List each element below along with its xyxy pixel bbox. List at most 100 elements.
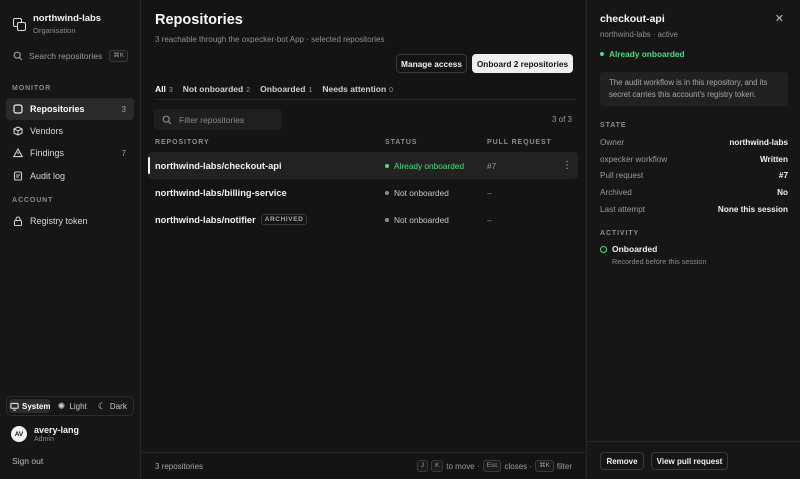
view-pull-request-button[interactable]: View pull request [651, 452, 728, 470]
tab-needs-attention[interactable]: Needs attention 0 [322, 84, 393, 100]
sidebar-item-label: Repositories [30, 104, 85, 114]
sidebar-item-findings[interactable]: Findings 7 [6, 142, 134, 164]
state-key: Last attempt [600, 205, 646, 214]
close-icon[interactable]: ✕ [775, 12, 784, 25]
pull-request-cell: – [487, 187, 492, 198]
org-switcher[interactable]: northwind-labs Organisation [13, 13, 101, 35]
repo-name: northwind-labs/notifier ARCHIVED [155, 214, 308, 225]
user-menu[interactable]: AV avery-lang Admin [11, 425, 79, 443]
sidebar-item-audit-log[interactable]: Audit log [6, 165, 134, 187]
user-role: Admin [34, 436, 54, 443]
keyboard-hints: J K to move · Esc closes · ⌘K filter [416, 460, 572, 472]
panel-subtitle: northwind-labs · active [600, 30, 679, 39]
sidebar-search[interactable]: Search repositories ⌘K [13, 50, 128, 62]
user-name: avery-lang [34, 425, 80, 435]
filter-input[interactable]: Filter repositories [154, 109, 282, 130]
monitor-icon [9, 401, 19, 411]
panel-footer-divider [587, 441, 800, 442]
theme-option-dark[interactable]: ☾ Dark [93, 399, 131, 413]
sidebar-item-label: Findings [30, 148, 65, 158]
panel-title: checkout-api [600, 13, 665, 25]
monitor-label: MONITOR [12, 85, 52, 92]
state-value: #7 [778, 171, 788, 180]
state-value: No [777, 188, 788, 197]
status-dot [385, 190, 389, 195]
tabs-divider [155, 99, 576, 100]
theme-option-label: Dark [109, 401, 127, 411]
status-text: Not onboarded [394, 187, 449, 198]
tab-all[interactable]: All 3 [155, 84, 173, 100]
tab-count: 2 [246, 87, 251, 94]
state-key: Pull request [600, 171, 644, 180]
column-header-status[interactable]: STATUS [385, 139, 417, 146]
tab-label: Onboarded [260, 84, 306, 94]
kbd-cmd-k: ⌘K [535, 460, 554, 472]
activity-title: Onboarded [612, 244, 658, 254]
repo-name-text: northwind-labs/billing-service [155, 187, 287, 198]
page-title: Repositories [155, 12, 243, 28]
tab-label: Not onboarded [182, 84, 244, 94]
sidebar-item-repositories[interactable]: Repositories 3 [6, 98, 134, 120]
state-row-owner: Owner northwind-labs [600, 138, 788, 147]
status-dot [385, 163, 389, 168]
sidebar-item-vendors[interactable]: Vendors [6, 120, 134, 142]
status-dot [385, 217, 389, 222]
state-row-pull-request: Pull request #7 [600, 171, 788, 180]
tab-onboarded[interactable]: Onboarded 1 [260, 84, 312, 100]
remove-button[interactable]: Remove [600, 452, 644, 470]
org-name: northwind-labs [33, 13, 102, 24]
account-label: ACCOUNT [12, 197, 54, 204]
theme-option-system[interactable]: System [9, 399, 51, 413]
hint-filter: filter [556, 461, 572, 471]
onboard-button[interactable]: Onboard 2 repositories [472, 54, 573, 73]
repo-name-text: northwind-labs/checkout-api [155, 160, 282, 171]
warning-icon [13, 148, 23, 158]
tab-count: 1 [308, 87, 313, 94]
footer-divider [141, 452, 586, 453]
onboarded-status: Already onboarded [600, 49, 685, 59]
status-dot [600, 52, 604, 56]
theme-option-light[interactable]: ✺ Light [52, 399, 90, 413]
table-row[interactable]: northwind-labs/checkout-api Already onbo… [148, 152, 578, 179]
pull-request-link[interactable]: #7 [487, 161, 496, 171]
column-header-repository[interactable]: REPOSITORY [155, 139, 210, 146]
search-icon [162, 115, 172, 125]
hint-move: to move · [446, 461, 480, 471]
state-key: Owner [600, 138, 625, 147]
more-options-icon[interactable]: ⋮ [562, 160, 572, 171]
state-key: oxpecker workflow [600, 155, 668, 164]
theme-switcher: System ✺ Light ☾ Dark [6, 396, 134, 416]
table-row[interactable]: northwind-labs/billing-service Not onboa… [148, 179, 578, 206]
sidebar-search-label: Search repositories [29, 51, 103, 61]
state-value: Written [759, 155, 788, 164]
state-row-last-attempt: Last attempt None this session [600, 205, 788, 214]
search-icon [13, 51, 23, 61]
table-row[interactable]: northwind-labs/notifier ARCHIVED Not onb… [148, 206, 578, 233]
state-value: northwind-labs [729, 138, 788, 147]
repo-name: northwind-labs/billing-service [155, 188, 287, 198]
sidebar-item-registry-token[interactable]: Registry token [6, 210, 134, 232]
result-range: 3 of 3 [551, 115, 572, 124]
status-cell: Not onboarded [385, 215, 449, 225]
tab-count: 3 [168, 87, 173, 94]
activity-subtitle: Recorded before this session [612, 257, 707, 266]
tab-label: All [155, 84, 166, 94]
repository-icon [13, 104, 23, 114]
document-icon [13, 171, 23, 181]
column-header-pull-request[interactable]: PULL REQUEST [487, 139, 552, 146]
state-value: None this session [717, 205, 788, 214]
repo-name-text: northwind-labs/notifier [155, 214, 256, 225]
tab-count: 0 [389, 87, 394, 94]
state-row-workflow: oxpecker workflow Written [600, 155, 788, 164]
lock-icon [13, 216, 23, 226]
sign-out-link[interactable]: Sign out [12, 456, 43, 466]
theme-option-label: Light [69, 401, 87, 411]
search-shortcut: ⌘K [109, 50, 128, 62]
sidebar: northwind-labs Organisation Search repos… [0, 0, 141, 479]
kbd-k: K [430, 460, 444, 472]
kbd-j: J [416, 460, 428, 472]
tab-not-onboarded[interactable]: Not onboarded 2 [183, 84, 250, 100]
hint-closes: closes · [504, 461, 533, 471]
manage-access-button[interactable]: Manage access [396, 54, 467, 73]
kbd-esc: Esc [482, 460, 502, 472]
